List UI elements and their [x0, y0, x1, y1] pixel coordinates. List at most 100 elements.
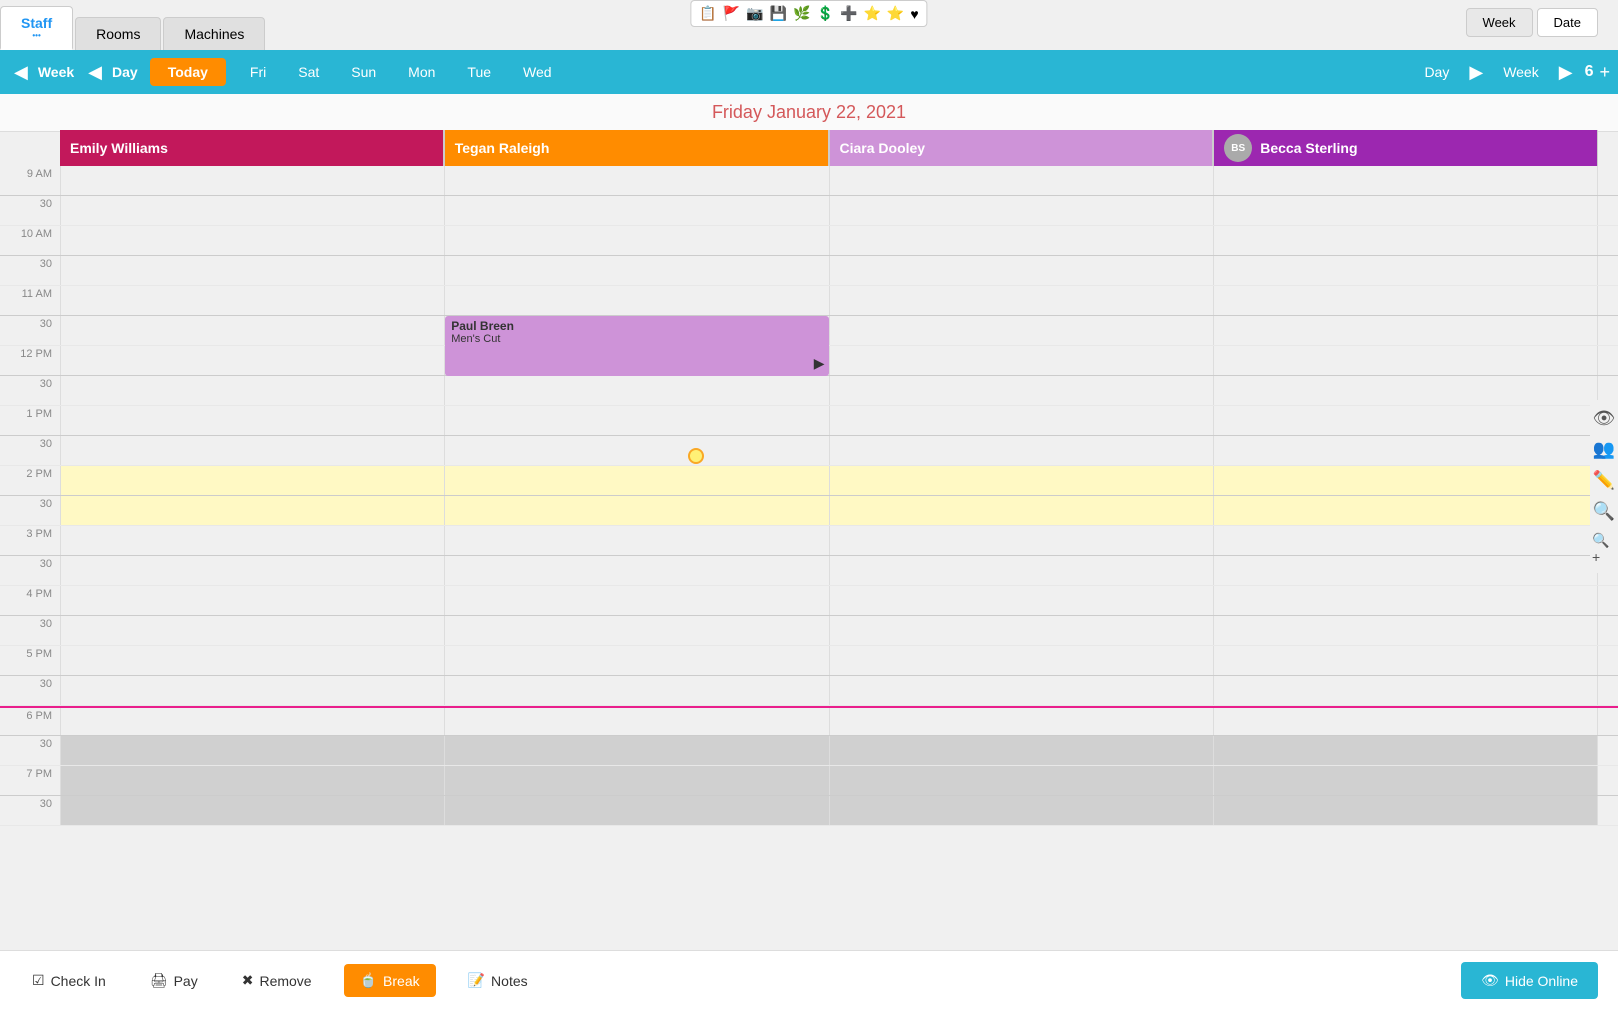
time-row-0[interactable]: 9 AM	[0, 166, 1618, 196]
appointment-paul-breen[interactable]: Paul Breen Men's Cut ▶	[445, 316, 828, 376]
cell-r8-c3[interactable]	[1214, 406, 1598, 435]
cell-r3-c0[interactable]	[60, 256, 445, 285]
time-row-13[interactable]: 30	[0, 556, 1618, 586]
sat-btn[interactable]: Sat	[282, 58, 335, 86]
cell-r6-c2[interactable]	[830, 346, 1214, 375]
cell-r21-c0[interactable]	[60, 796, 445, 825]
next-week-arrow[interactable]: ▶	[1553, 60, 1579, 85]
time-row-7[interactable]: 30	[0, 376, 1618, 406]
cell-r2-c1[interactable]	[445, 226, 829, 255]
time-row-16[interactable]: 5 PM	[0, 646, 1618, 676]
cell-r13-c3[interactable]	[1214, 556, 1598, 585]
cell-r10-c2[interactable]	[830, 466, 1214, 495]
cell-r21-c3[interactable]	[1214, 796, 1598, 825]
time-row-3[interactable]: 30	[0, 256, 1618, 286]
time-row-14[interactable]: 4 PM	[0, 586, 1618, 616]
cell-r17-c1[interactable]	[445, 676, 829, 705]
prev-day-arrow[interactable]: ◀	[82, 60, 108, 85]
cell-r18-c1[interactable]	[445, 708, 829, 735]
time-row-19[interactable]: 30	[0, 736, 1618, 766]
time-row-2[interactable]: 10 AM	[0, 226, 1618, 256]
icon-leaf[interactable]: 🌿	[793, 5, 810, 22]
wed-btn[interactable]: Wed	[507, 58, 568, 86]
cell-r9-c2[interactable]	[830, 436, 1214, 465]
cell-r18-c0[interactable]	[60, 708, 445, 735]
cell-r11-c3[interactable]	[1214, 496, 1598, 525]
right-day-btn[interactable]: Day	[1416, 60, 1457, 84]
time-row-12[interactable]: 3 PM	[0, 526, 1618, 556]
cell-r1-c1[interactable]	[445, 196, 829, 225]
cell-r11-c1[interactable]	[445, 496, 829, 525]
cell-r18-c2[interactable]	[830, 708, 1214, 735]
cell-r8-c2[interactable]	[830, 406, 1214, 435]
week-view-btn[interactable]: Week	[1466, 8, 1533, 37]
cell-r3-c1[interactable]	[445, 256, 829, 285]
cell-r12-c0[interactable]	[60, 526, 445, 555]
cell-r4-c0[interactable]	[60, 286, 445, 315]
cell-r13-c0[interactable]	[60, 556, 445, 585]
cell-r17-c2[interactable]	[830, 676, 1214, 705]
cell-r19-c3[interactable]	[1214, 736, 1598, 765]
cell-r2-c0[interactable]	[60, 226, 445, 255]
add-staff-btn[interactable]: +	[1599, 62, 1610, 83]
icon-dollar[interactable]: 💲	[817, 5, 834, 22]
cell-r4-c2[interactable]	[830, 286, 1214, 315]
cell-r12-c2[interactable]	[830, 526, 1214, 555]
appt-play-icon[interactable]: ▶	[814, 355, 825, 372]
cell-r2-c3[interactable]	[1214, 226, 1598, 255]
cell-r14-c3[interactable]	[1214, 586, 1598, 615]
cell-r14-c0[interactable]	[60, 586, 445, 615]
cell-r8-c1[interactable]	[445, 406, 829, 435]
cell-r15-c2[interactable]	[830, 616, 1214, 645]
check-in-btn[interactable]: ☑ Check In	[20, 964, 118, 997]
cell-r2-c2[interactable]	[830, 226, 1214, 255]
zoom-out-icon[interactable]: 🔍	[1593, 501, 1615, 522]
icon-flag[interactable]: 🚩	[723, 5, 740, 22]
time-row-9[interactable]: 30	[0, 436, 1618, 466]
tab-staff[interactable]: Staff •••	[0, 6, 73, 50]
staff-col-becca[interactable]: BS Becca Sterling	[1213, 130, 1598, 166]
cell-r10-c3[interactable]	[1214, 466, 1598, 495]
cell-r19-c1[interactable]	[445, 736, 829, 765]
cell-r4-c1[interactable]	[445, 286, 829, 315]
time-row-20[interactable]: 7 PM	[0, 766, 1618, 796]
cell-r20-c0[interactable]	[60, 766, 445, 795]
icon-star1[interactable]: ⭐	[863, 5, 880, 22]
cell-r7-c1[interactable]	[445, 376, 829, 405]
calendar-grid[interactable]: 9 AM3010 AM3011 AM30Paul Breen Men's Cut…	[0, 166, 1618, 950]
cell-r12-c1[interactable]	[445, 526, 829, 555]
cell-r10-c1[interactable]	[445, 466, 829, 495]
cell-r3-c3[interactable]	[1214, 256, 1598, 285]
icon-save[interactable]: 💾	[770, 5, 787, 22]
cell-r9-c1[interactable]	[445, 436, 829, 465]
cell-r0-c1[interactable]	[445, 166, 829, 195]
time-row-8[interactable]: 1 PM	[0, 406, 1618, 436]
pay-btn[interactable]: 🖨 Pay	[138, 964, 210, 997]
cell-r5-c0[interactable]	[60, 316, 445, 345]
cell-r1-c0[interactable]	[60, 196, 445, 225]
time-row-18[interactable]: 6 PM	[0, 706, 1618, 736]
tab-rooms[interactable]: Rooms	[75, 17, 161, 50]
cell-r16-c1[interactable]	[445, 646, 829, 675]
time-row-15[interactable]: 30	[0, 616, 1618, 646]
cell-r19-c2[interactable]	[830, 736, 1214, 765]
cell-r4-c3[interactable]	[1214, 286, 1598, 315]
cell-r7-c3[interactable]	[1214, 376, 1598, 405]
cell-r16-c3[interactable]	[1214, 646, 1598, 675]
cell-r5-c2[interactable]	[830, 316, 1214, 345]
staff-col-tegan[interactable]: Tegan Raleigh	[444, 130, 829, 166]
cell-r1-c3[interactable]	[1214, 196, 1598, 225]
time-row-17[interactable]: 30	[0, 676, 1618, 706]
edit-icon[interactable]: ✏️	[1593, 470, 1615, 491]
cell-r21-c2[interactable]	[830, 796, 1214, 825]
cell-r20-c3[interactable]	[1214, 766, 1598, 795]
cell-r19-c0[interactable]	[60, 736, 445, 765]
cell-r21-c1[interactable]	[445, 796, 829, 825]
sun-btn[interactable]: Sun	[335, 58, 392, 86]
time-row-21[interactable]: 30	[0, 796, 1618, 826]
group-icon[interactable]: 👥	[1593, 439, 1615, 460]
cell-r14-c2[interactable]	[830, 586, 1214, 615]
cell-r9-c3[interactable]	[1214, 436, 1598, 465]
cell-r20-c1[interactable]	[445, 766, 829, 795]
time-row-11[interactable]: 30	[0, 496, 1618, 526]
